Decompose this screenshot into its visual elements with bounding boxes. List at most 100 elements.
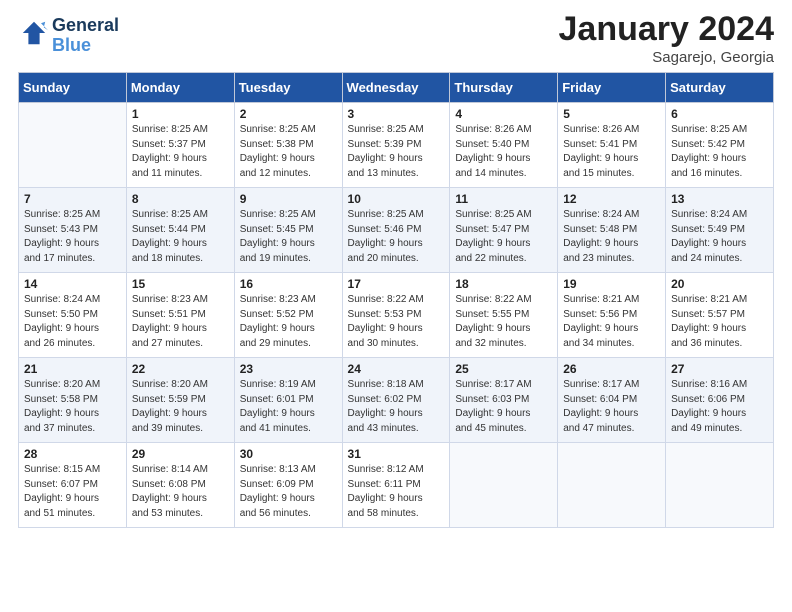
day-info: Sunrise: 8:21 AMSunset: 5:57 PMDaylight:… — [671, 293, 768, 351]
day-number: 9 — [240, 192, 337, 206]
calendar-cell: 1Sunrise: 8:25 AMSunset: 5:37 PMDaylight… — [126, 103, 234, 188]
day-info: Sunrise: 8:15 AMSunset: 6:07 PMDaylight:… — [24, 463, 121, 521]
calendar-cell: 21 Sunrise: 8:20 AMSunset: 5:58 PMDayligh… — [19, 358, 127, 443]
day-number: 23 — [240, 362, 337, 376]
day-info: Sunrise: 8:25 AMSunset: 5:38 PMDaylight:… — [240, 123, 337, 181]
day-info: Sunrise: 8:24 AMSunset: 5:49 PMDaylight:… — [671, 208, 768, 266]
day-info: Sunrise: 8:20 AMSunset: 5:59 PMDaylight:… — [132, 378, 229, 436]
calendar-week-1: 7 Sunrise: 8:25 AMSunset: 5:43 PMDaylight… — [19, 188, 774, 273]
calendar-cell: 10Sunrise: 8:25 AMSunset: 5:46 PMDayligh… — [342, 188, 450, 273]
calendar-cell: 9 Sunrise: 8:25 AMSunset: 5:45 PMDaylight… — [234, 188, 342, 273]
calendar-page: General Blue January 2024 Sagarejo, Geor… — [0, 0, 792, 612]
day-info: Sunrise: 8:25 AMSunset: 5:42 PMDaylight:… — [671, 123, 768, 181]
calendar-cell: 6Sunrise: 8:25 AMSunset: 5:42 PMDaylight… — [666, 103, 774, 188]
day-info: Sunrise: 8:25 AMSunset: 5:47 PMDaylight:… — [455, 208, 552, 266]
day-info: Sunrise: 8:24 AMSunset: 5:48 PMDaylight:… — [563, 208, 660, 266]
calendar-cell: 28 Sunrise: 8:15 AMSunset: 6:07 PMDayligh… — [19, 443, 127, 528]
day-number: 28 — [24, 447, 121, 461]
day-number: 15 — [132, 277, 229, 291]
day-number: 4 — [455, 107, 552, 121]
calendar-cell: 14 Sunrise: 8:24 AMSunset: 5:50 PMDayligh… — [19, 273, 127, 358]
col-saturday: Saturday — [666, 73, 774, 103]
day-number: 11 — [455, 192, 552, 206]
calendar-cell: 30 Sunrise: 8:13 AMSunset: 6:09 PMDayligh… — [234, 443, 342, 528]
calendar-cell: 8Sunrise: 8:25 AMSunset: 5:44 PMDaylight… — [126, 188, 234, 273]
day-info: Sunrise: 8:17 AMSunset: 6:04 PMDaylight:… — [563, 378, 660, 436]
calendar-cell: 3 Sunrise: 8:25 AMSunset: 5:39 PMDaylight… — [342, 103, 450, 188]
day-number: 19 — [563, 277, 660, 291]
day-info: Sunrise: 8:19 AMSunset: 6:01 PMDaylight:… — [240, 378, 337, 436]
day-number: 3 — [348, 107, 445, 121]
day-info: Sunrise: 8:13 AMSunset: 6:09 PMDaylight:… — [240, 463, 337, 521]
logo-blue: Blue — [52, 36, 119, 56]
day-info: Sunrise: 8:25 AMSunset: 5:43 PMDaylight:… — [24, 208, 121, 266]
day-number: 24 — [348, 362, 445, 376]
col-monday: Monday — [126, 73, 234, 103]
day-number: 29 — [132, 447, 229, 461]
day-info: Sunrise: 8:18 AMSunset: 6:02 PMDaylight:… — [348, 378, 445, 436]
calendar-week-0: 1Sunrise: 8:25 AMSunset: 5:37 PMDaylight… — [19, 103, 774, 188]
day-info: Sunrise: 8:22 AMSunset: 5:55 PMDaylight:… — [455, 293, 552, 351]
month-title: January 2024 — [559, 10, 775, 49]
calendar-cell: 7 Sunrise: 8:25 AMSunset: 5:43 PMDaylight… — [19, 188, 127, 273]
calendar-cell: 2 Sunrise: 8:25 AMSunset: 5:38 PMDaylight… — [234, 103, 342, 188]
calendar-cell — [19, 103, 127, 188]
day-info: Sunrise: 8:23 AMSunset: 5:51 PMDaylight:… — [132, 293, 229, 351]
day-info: Sunrise: 8:24 AMSunset: 5:50 PMDaylight:… — [24, 293, 121, 351]
day-number: 30 — [240, 447, 337, 461]
logo-icon — [20, 19, 48, 47]
header: General Blue January 2024 Sagarejo, Geor… — [18, 10, 774, 66]
day-info: Sunrise: 8:14 AMSunset: 6:08 PMDaylight:… — [132, 463, 229, 521]
col-wednesday: Wednesday — [342, 73, 450, 103]
calendar-cell: 26 Sunrise: 8:17 AMSunset: 6:04 PMDayligh… — [558, 358, 666, 443]
day-number: 10 — [348, 192, 445, 206]
col-sunday: Sunday — [19, 73, 127, 103]
day-info: Sunrise: 8:26 AMSunset: 5:41 PMDaylight:… — [563, 123, 660, 181]
logo-general: General — [52, 16, 119, 36]
calendar-cell: 29 Sunrise: 8:14 AMSunset: 6:08 PMDayligh… — [126, 443, 234, 528]
day-info: Sunrise: 8:25 AMSunset: 5:39 PMDaylight:… — [348, 123, 445, 181]
calendar-cell: 17Sunrise: 8:22 AMSunset: 5:53 PMDayligh… — [342, 273, 450, 358]
day-info: Sunrise: 8:25 AMSunset: 5:37 PMDaylight:… — [132, 123, 229, 181]
day-number: 26 — [563, 362, 660, 376]
day-number: 5 — [563, 107, 660, 121]
day-info: Sunrise: 8:12 AMSunset: 6:11 PMDaylight:… — [348, 463, 445, 521]
calendar-cell: 25Sunrise: 8:17 AMSunset: 6:03 PMDayligh… — [450, 358, 558, 443]
day-number: 21 — [24, 362, 121, 376]
calendar-cell: 15 Sunrise: 8:23 AMSunset: 5:51 PMDayligh… — [126, 273, 234, 358]
day-info: Sunrise: 8:16 AMSunset: 6:06 PMDaylight:… — [671, 378, 768, 436]
logo: General Blue — [18, 16, 119, 56]
calendar-cell — [558, 443, 666, 528]
day-info: Sunrise: 8:17 AMSunset: 6:03 PMDaylight:… — [455, 378, 552, 436]
day-number: 2 — [240, 107, 337, 121]
day-number: 7 — [24, 192, 121, 206]
calendar-week-4: 28 Sunrise: 8:15 AMSunset: 6:07 PMDayligh… — [19, 443, 774, 528]
day-info: Sunrise: 8:20 AMSunset: 5:58 PMDaylight:… — [24, 378, 121, 436]
day-number: 31 — [348, 447, 445, 461]
day-info: Sunrise: 8:23 AMSunset: 5:52 PMDaylight:… — [240, 293, 337, 351]
calendar-cell: 4Sunrise: 8:26 AMSunset: 5:40 PMDaylight… — [450, 103, 558, 188]
calendar-header: Sunday Monday Tuesday Wednesday Thursday… — [19, 73, 774, 103]
calendar-cell: 19Sunrise: 8:21 AMSunset: 5:56 PMDayligh… — [558, 273, 666, 358]
header-row: Sunday Monday Tuesday Wednesday Thursday… — [19, 73, 774, 103]
calendar-cell: 13 Sunrise: 8:24 AMSunset: 5:49 PMDayligh… — [666, 188, 774, 273]
title-block: January 2024 Sagarejo, Georgia — [559, 10, 775, 66]
day-info: Sunrise: 8:25 AMSunset: 5:45 PMDaylight:… — [240, 208, 337, 266]
calendar-cell: 27 Sunrise: 8:16 AMSunset: 6:06 PMDayligh… — [666, 358, 774, 443]
day-number: 13 — [671, 192, 768, 206]
calendar-week-3: 21 Sunrise: 8:20 AMSunset: 5:58 PMDayligh… — [19, 358, 774, 443]
day-number: 17 — [348, 277, 445, 291]
day-number: 22 — [132, 362, 229, 376]
calendar-cell: 16Sunrise: 8:23 AMSunset: 5:52 PMDayligh… — [234, 273, 342, 358]
calendar-cell: 12Sunrise: 8:24 AMSunset: 5:48 PMDayligh… — [558, 188, 666, 273]
calendar-cell: 23 Sunrise: 8:19 AMSunset: 6:01 PMDayligh… — [234, 358, 342, 443]
day-number: 27 — [671, 362, 768, 376]
calendar-cell: 11 Sunrise: 8:25 AMSunset: 5:47 PMDayligh… — [450, 188, 558, 273]
calendar-cell: 31 Sunrise: 8:12 AMSunset: 6:11 PMDayligh… — [342, 443, 450, 528]
calendar-cell: 20Sunrise: 8:21 AMSunset: 5:57 PMDayligh… — [666, 273, 774, 358]
day-number: 14 — [24, 277, 121, 291]
day-number: 18 — [455, 277, 552, 291]
col-tuesday: Tuesday — [234, 73, 342, 103]
calendar-cell: 22 Sunrise: 8:20 AMSunset: 5:59 PMDayligh… — [126, 358, 234, 443]
calendar-body: 1Sunrise: 8:25 AMSunset: 5:37 PMDaylight… — [19, 103, 774, 528]
